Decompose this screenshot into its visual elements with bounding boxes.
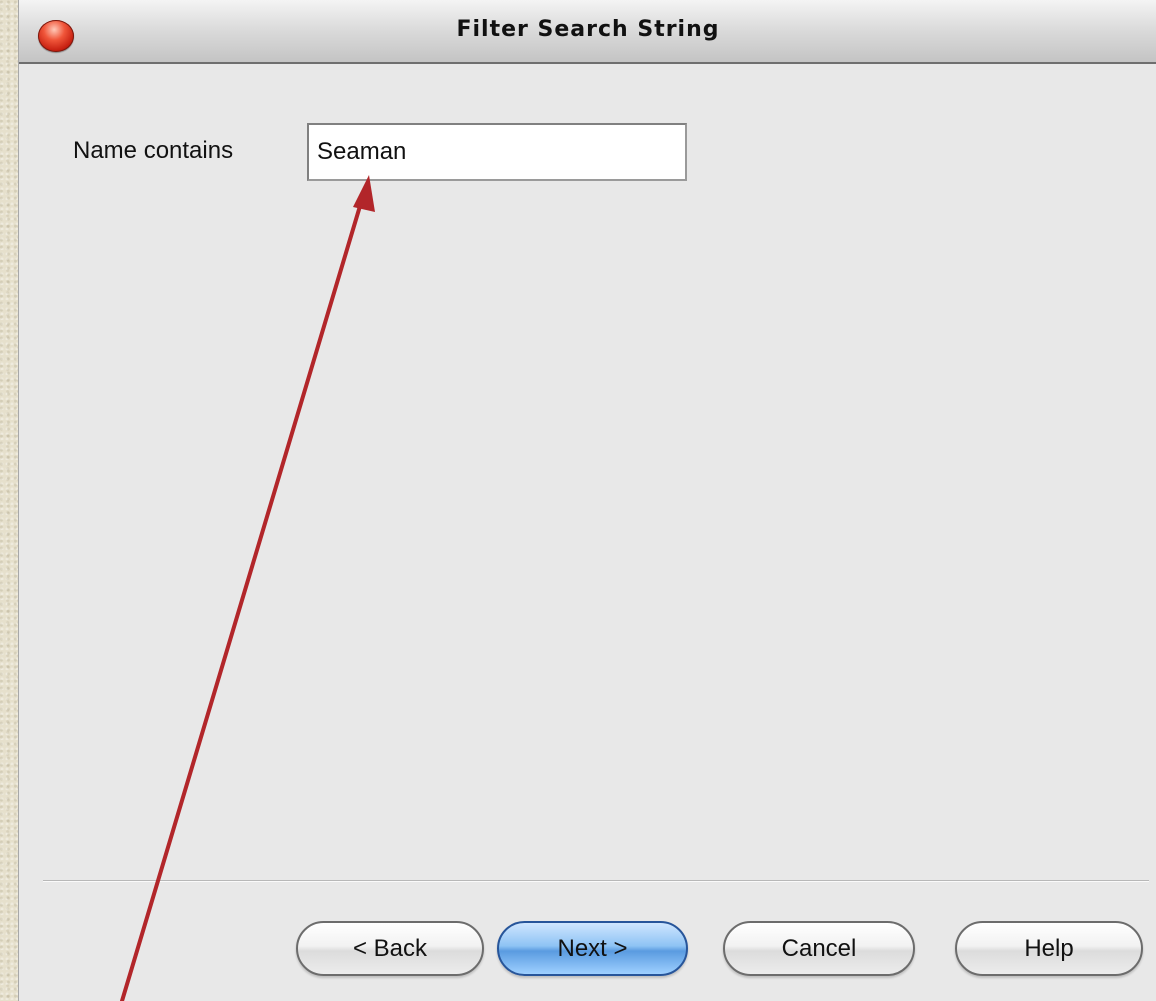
- button-area-divider: [43, 880, 1149, 882]
- back-button[interactable]: < Back: [296, 921, 484, 976]
- cancel-button[interactable]: Cancel: [723, 921, 915, 976]
- next-button[interactable]: Next >: [497, 921, 688, 976]
- name-contains-label: Name contains: [73, 137, 234, 164]
- filter-search-string-dialog: Filter Search String Name contains < Bac…: [18, 0, 1156, 1001]
- title-bar: Filter Search String: [19, 0, 1156, 64]
- name-contains-input[interactable]: [307, 123, 687, 181]
- dialog-title: Filter Search String: [456, 17, 720, 42]
- help-button[interactable]: Help: [955, 921, 1143, 976]
